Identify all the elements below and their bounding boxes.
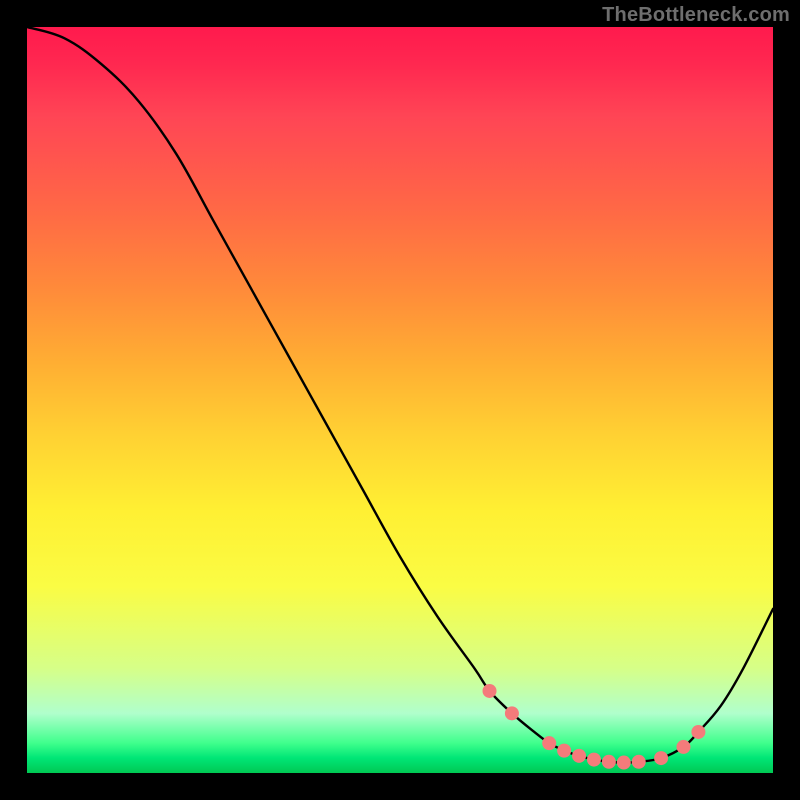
highlight-dot <box>542 736 556 750</box>
highlight-dot <box>617 756 631 770</box>
highlight-dot <box>587 753 601 767</box>
highlight-dot <box>557 744 571 758</box>
highlight-dot <box>602 755 616 769</box>
highlight-dot <box>505 706 519 720</box>
highlight-dot <box>632 755 646 769</box>
highlight-dot <box>676 740 690 754</box>
highlight-dots <box>483 684 706 770</box>
watermark: TheBottleneck.com <box>602 4 790 27</box>
highlight-dot <box>654 751 668 765</box>
bottleneck-curve <box>27 27 773 763</box>
highlight-dot <box>483 684 497 698</box>
highlight-dot <box>691 725 705 739</box>
highlight-dot <box>572 749 586 763</box>
chart-svg <box>27 27 773 773</box>
